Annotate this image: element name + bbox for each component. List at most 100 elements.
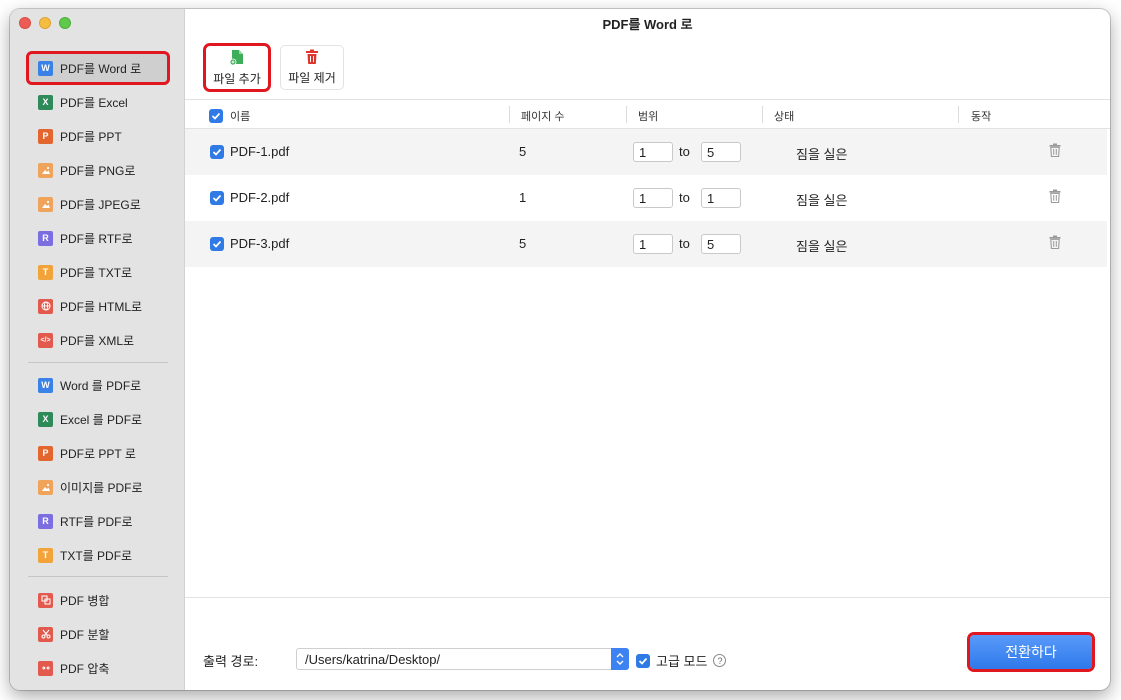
sidebar-item[interactable]: PDF를 JPEG로 [28,189,168,219]
chevron-up-down-icon [616,653,624,665]
sidebar-item[interactable]: W PDF를 Word 로 [26,51,170,85]
column-header-pages[interactable]: 페이지 수 [521,108,565,124]
image-icon [38,162,53,178]
column-header-range[interactable]: 범위 [638,108,658,124]
trash-icon [306,49,318,64]
sidebar-item-label: PDF를 TXT로 [60,265,133,280]
add-file-icon [229,49,243,65]
sidebar-item[interactable]: P PDF를 PPT [28,121,168,151]
table-row[interactable]: PDF-2.pdf 1 1 to 1 짐을 실은 [185,175,1107,221]
row-delete-button[interactable] [1049,189,1061,206]
compress-icon [38,660,53,676]
sidebar-item-label: PDF를 JPEG로 [60,197,141,212]
row-delete-button[interactable] [1049,235,1061,252]
sidebar-item-label: PDF를 Excel [60,95,128,110]
page-count: 5 [519,236,527,251]
column-separator [958,106,959,123]
close-window-button[interactable] [19,17,31,29]
range-from-input[interactable]: 1 [633,234,673,254]
checkbox-checked-icon [210,237,224,251]
sidebar-item-label: PDF를 PPT [60,129,122,144]
table-header: 이름 페이지 수 범위 상태 동작 [185,101,1110,129]
sidebar-item[interactable]: PDF를 HTML로 [28,291,168,321]
sidebar-item[interactable]: PDF 분할 [28,619,168,649]
status-text: 짐을 실은 [796,193,848,208]
sidebar-item-label: PDF를 XML로 [60,333,135,348]
status-text: 짐을 실은 [796,147,848,162]
sidebar-divider [28,576,168,577]
window-controls [19,17,71,29]
remove-file-button[interactable]: 파일 제거 [280,45,344,90]
sidebar-item[interactable]: W Word 를 PDF로 [28,370,168,400]
help-icon[interactable]: ? [713,654,727,667]
range-from-input[interactable]: 1 [633,188,673,208]
add-file-button[interactable]: 파일 추가 [203,43,271,92]
file-name: PDF-1.pdf [230,144,290,159]
minimize-window-button[interactable] [39,17,51,29]
row-checkbox[interactable] [210,145,224,160]
convert-button[interactable]: 전환하다 [967,632,1095,672]
scissors-icon [38,626,53,642]
sidebar-item-label: PDF를 RTF로 [60,231,133,246]
column-header-action[interactable]: 동작 [971,108,991,124]
range-from-input[interactable]: 1 [633,142,673,162]
sidebar-item-label: Word 를 PDF로 [60,378,142,393]
sidebar-item[interactable]: R PDF를 RTF로 [28,223,168,253]
range-to-label: to [679,236,690,251]
column-separator [626,106,627,123]
rtf-icon: R [38,230,53,246]
app-window: W PDF를 Word 로 X PDF를 Excel P PDF를 PPT PDF를 PNG… [10,9,1110,690]
advanced-mode-label: 고급 모드 [656,654,708,669]
checkbox-checked-icon [210,145,224,159]
sidebar-item[interactable]: PDF 병합 [28,585,168,615]
table-row[interactable]: PDF-3.pdf 5 1 to 5 짐을 실은 [185,221,1107,267]
sidebar-item[interactable]: </> PDF를 XML로 [28,325,168,355]
sidebar-item[interactable]: T TXT를 PDF로 [28,540,168,570]
sidebar-item[interactable]: R RTF를 PDF로 [28,506,168,536]
sidebar-item-label: RTF를 PDF로 [60,514,133,529]
trash-icon [1049,235,1061,252]
sidebar: W PDF를 Word 로 X PDF를 Excel P PDF를 PPT PDF를 PNG… [10,9,185,690]
sidebar-item[interactable]: X Excel 를 PDF로 [28,404,168,434]
sidebar-item[interactable]: P PDF로 PPT 로 [28,438,168,468]
sidebar-item[interactable]: PDF를 PNG로 [28,155,168,185]
sidebar-item[interactable]: 이미지를 PDF로 [28,472,168,502]
advanced-mode-checkbox[interactable] [636,653,650,668]
code-icon: </> [38,332,53,348]
range-to-input[interactable]: 5 [701,234,741,254]
sidebar-item[interactable]: T PDF를 TXT로 [28,257,168,287]
sidebar-item[interactable]: X PDF를 Excel [28,87,168,117]
output-path-select[interactable]: /Users/katrina/Desktop/ [296,648,629,670]
sidebar-item-label: PDF 압축 [60,661,110,676]
sidebar-item-label: PDF로 PPT 로 [60,446,136,461]
sidebar-item-label: Excel 를 PDF로 [60,412,143,427]
range-to-label: to [679,144,690,159]
table-row[interactable]: PDF-1.pdf 5 1 to 5 짐을 실은 [185,129,1107,175]
word-icon: W [38,60,53,76]
remove-file-label: 파일 제거 [288,71,336,85]
select-all-checkbox[interactable] [209,109,223,124]
image-icon [38,479,53,495]
range-to-input[interactable]: 1 [701,188,741,208]
column-header-name[interactable]: 이름 [230,108,250,124]
txt-icon: T [38,264,53,280]
checkbox-checked-icon [210,191,224,205]
range-to-input[interactable]: 5 [701,142,741,162]
sidebar-item-label: TXT를 PDF로 [60,548,133,563]
zoom-window-button[interactable] [59,17,71,29]
row-checkbox[interactable] [210,191,224,206]
sidebar-item[interactable]: PDF 압축 [28,653,168,683]
txt-icon: T [38,547,53,563]
column-separator [509,106,510,123]
column-header-status[interactable]: 상태 [774,108,794,124]
row-delete-button[interactable] [1049,143,1061,160]
sidebar-item-label: PDF 분할 [60,627,110,642]
sidebar-item-label: PDF를 HTML로 [60,299,143,314]
toolbar-divider [185,99,1110,100]
path-stepper-button[interactable] [611,648,629,670]
row-checkbox[interactable] [210,237,224,252]
globe-icon [38,298,53,314]
sidebar-item-label: PDF를 PNG로 [60,163,136,178]
word-icon: W [38,377,53,393]
column-separator [762,106,763,123]
